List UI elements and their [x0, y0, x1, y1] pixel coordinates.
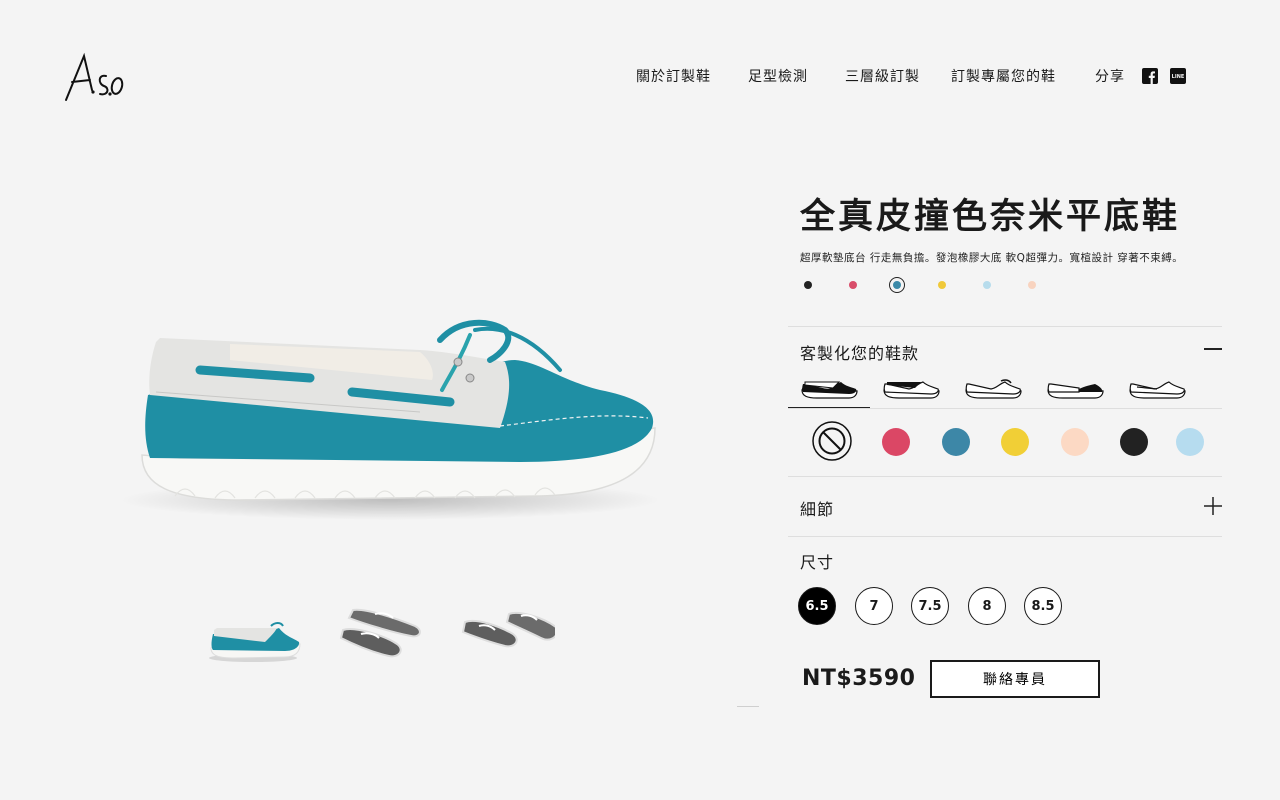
- product-description: 超厚軟墊底台 行走無負擔。發泡橡膠大底 軟Q超彈力。寬楦設計 穿著不束縛。: [800, 252, 1184, 264]
- color-swatch-pink[interactable]: [849, 281, 857, 289]
- color-swatch-yellow[interactable]: [938, 281, 946, 289]
- divider: [788, 326, 1222, 327]
- palette-color-teal[interactable]: [942, 428, 970, 456]
- nav-item-customize[interactable]: 訂製專屬您的鞋: [951, 66, 1056, 86]
- style-option-3[interactable]: [952, 371, 1034, 407]
- divider: [788, 476, 1222, 477]
- thumbnail-side-view[interactable]: [205, 620, 305, 684]
- palette-color-black[interactable]: [1120, 428, 1148, 456]
- nav-item-three-levels[interactable]: 三層級訂製: [845, 66, 920, 86]
- style-option-4[interactable]: [1034, 371, 1116, 407]
- color-swatch-black[interactable]: [804, 281, 812, 289]
- size-option-7[interactable]: 7: [855, 587, 893, 625]
- size-section-title: 尺寸: [800, 553, 835, 572]
- color-swatch-light-blue[interactable]: [983, 281, 991, 289]
- palette-color-peach[interactable]: [1061, 428, 1089, 456]
- size-option-6-5[interactable]: 6.5: [798, 587, 836, 625]
- main-product-image: [120, 300, 680, 530]
- palette-color-light-blue[interactable]: [1176, 428, 1204, 456]
- palette-color-pink[interactable]: [882, 428, 910, 456]
- style-option-2[interactable]: [870, 371, 952, 407]
- color-swatch-peach[interactable]: [1028, 281, 1036, 289]
- thumbnail-angle-view[interactable]: [455, 600, 559, 664]
- divider: [788, 536, 1222, 537]
- line-icon[interactable]: LINE: [1170, 68, 1186, 88]
- size-option-8-5[interactable]: 8.5: [1024, 587, 1062, 625]
- contact-agent-button[interactable]: 聯絡專員: [930, 660, 1100, 698]
- svg-text:LINE: LINE: [1172, 74, 1185, 80]
- nav-item-about[interactable]: 關於訂製鞋: [636, 66, 711, 86]
- expand-icon[interactable]: [1203, 496, 1223, 516]
- details-section-title[interactable]: 細節: [800, 496, 834, 520]
- color-swatch-teal-selected[interactable]: [889, 277, 905, 293]
- style-option-1[interactable]: [788, 371, 870, 407]
- share-label: 分享: [1095, 69, 1125, 85]
- collapse-icon[interactable]: [1204, 348, 1222, 350]
- facebook-icon[interactable]: [1142, 68, 1158, 88]
- no-color-icon[interactable]: [812, 421, 852, 461]
- gallery-indicator: [737, 706, 759, 707]
- product-price: NT$3590: [802, 666, 916, 691]
- thumbnail-pair-view[interactable]: [335, 600, 435, 664]
- divider: [788, 408, 1222, 409]
- palette-color-yellow[interactable]: [1001, 428, 1029, 456]
- nav-item-foot-scan[interactable]: 足型檢測: [748, 66, 808, 86]
- style-option-5[interactable]: [1116, 371, 1198, 407]
- size-option-8[interactable]: 8: [968, 587, 1006, 625]
- size-option-7-5[interactable]: 7.5: [911, 587, 949, 625]
- brand-logo[interactable]: [62, 50, 124, 104]
- customize-section-title[interactable]: 客製化您的鞋款: [800, 340, 919, 364]
- product-title: 全真皮撞色奈米平底鞋: [800, 197, 1181, 237]
